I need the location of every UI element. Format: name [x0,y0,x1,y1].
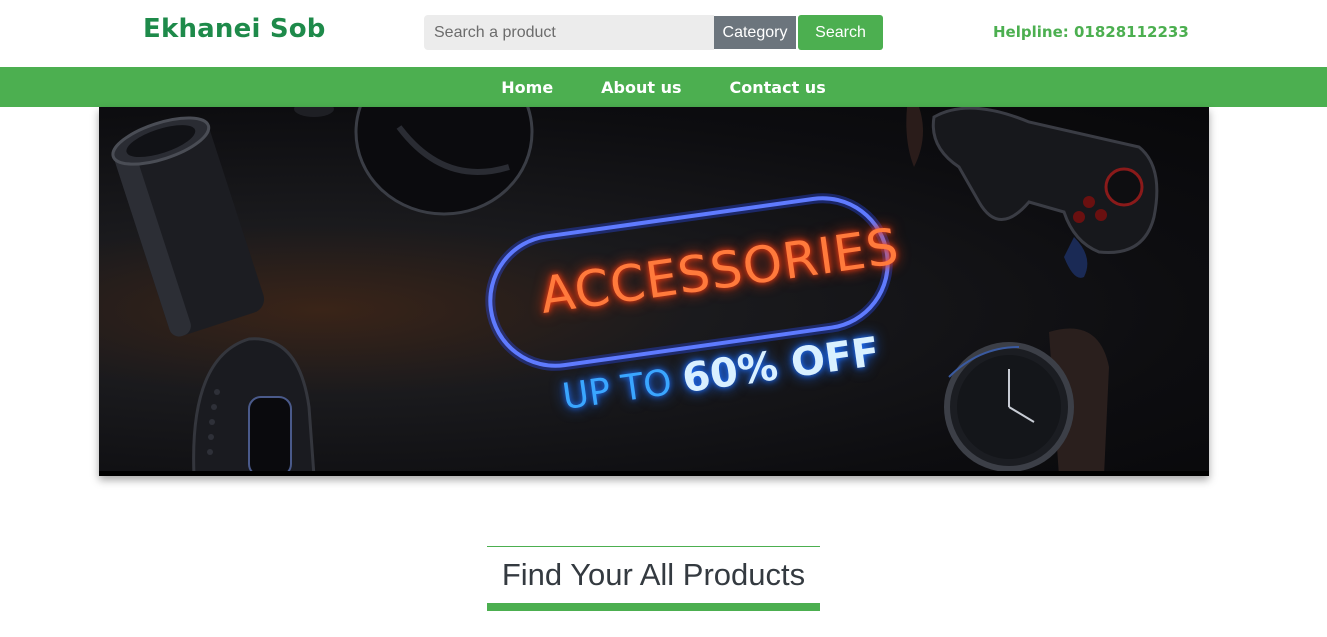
section-underline [487,603,820,611]
watch-image [944,328,1109,476]
nav-about-us[interactable]: About us [601,78,681,97]
site-logo[interactable]: Ekhanei Sob [143,14,326,44]
search-input[interactable] [424,15,714,50]
search-bar: Category Search [424,15,883,50]
search-button[interactable]: Search [798,15,883,50]
section-title: Find Your All Products [501,557,806,592]
header: Ekhanei Sob Category Search Helpline: 01… [0,0,1327,67]
promo-banner[interactable]: ACCESSORIES UP TO 60% OFF [99,107,1209,476]
helpline-text: Helpline: 01828112233 [993,23,1189,41]
charger-image [294,107,534,216]
speaker-image [111,116,265,337]
category-button[interactable]: Category [714,16,796,49]
gamepad-image [906,107,1159,278]
nav-home[interactable]: Home [501,78,553,97]
products-section-header: Find Your All Products [487,546,820,611]
fitness-band-image [192,337,316,476]
nav-contact-us[interactable]: Contact us [730,78,826,97]
banner-bottom-strip [99,471,1209,476]
main-nav: Home About us Contact us [0,67,1327,107]
